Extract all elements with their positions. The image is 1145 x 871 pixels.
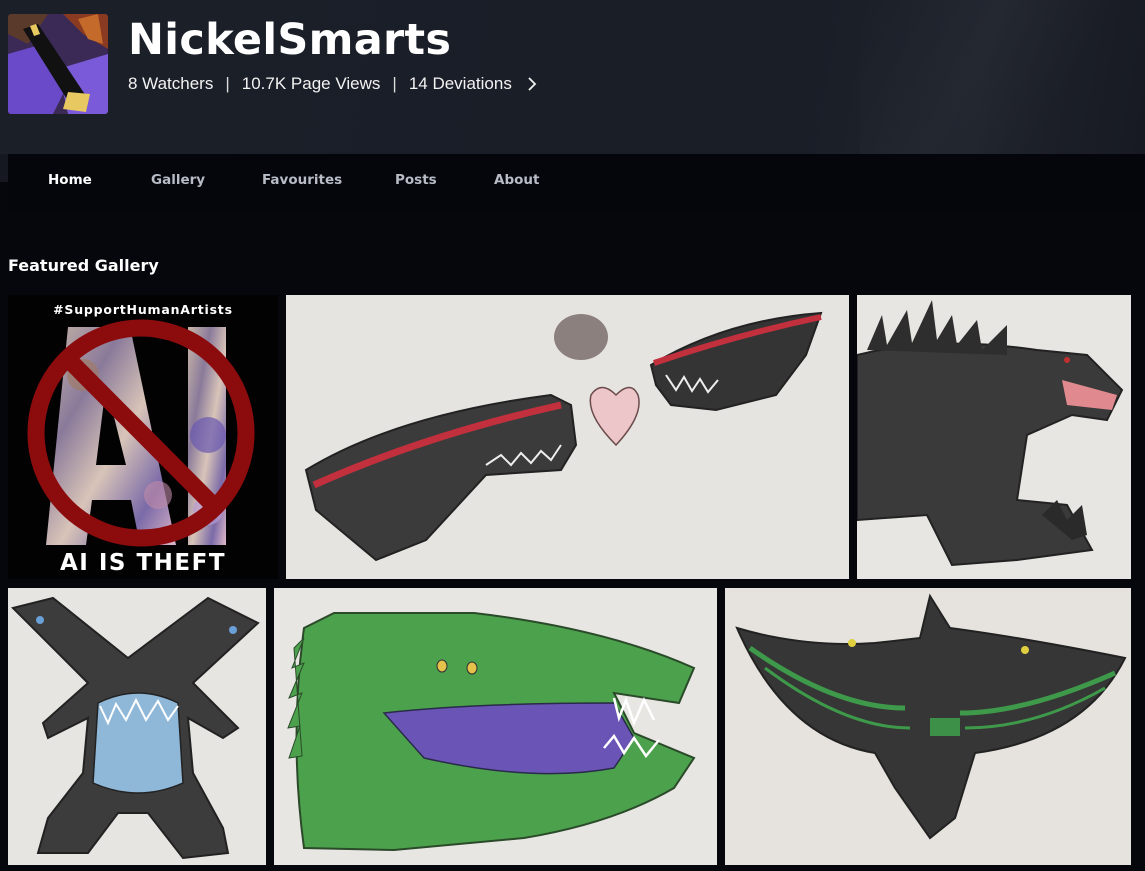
avatar[interactable] (8, 14, 108, 114)
ai-is-theft-caption: AI IS THEFT (60, 550, 226, 576)
deviations-count[interactable]: 14 Deviations (409, 74, 512, 94)
tab-posts[interactable]: Posts (395, 154, 437, 206)
header-decoration (860, 0, 1145, 154)
thumbnail-black-winged-manta[interactable] (725, 588, 1131, 865)
thumbnail-hammerhead-creature[interactable] (8, 588, 266, 865)
nav-edge (0, 154, 8, 182)
tab-favourites[interactable]: Favourites (262, 154, 342, 206)
tab-home[interactable]: Home (48, 154, 92, 206)
stats-separator: | (225, 74, 230, 93)
username[interactable]: NickelSmarts (128, 14, 451, 66)
page-views-count: 10.7K Page Views (241, 74, 381, 93)
chevron-right-icon[interactable] (524, 76, 540, 92)
profile-stats: 8 Watchers | 10.7K Page Views | 14 Devia… (128, 72, 540, 96)
stats-separator: | (392, 74, 397, 93)
profile-nav: Home Gallery Favourites Posts About (8, 154, 1145, 210)
thumbnail-green-crocodile[interactable] (274, 588, 717, 865)
thumbnail-black-kaiju[interactable] (857, 295, 1131, 579)
thumbnail-ai-is-theft[interactable]: #SupportHumanArtists AI IS THEFT (8, 295, 278, 579)
tab-about[interactable]: About (494, 154, 539, 206)
featured-gallery-title: Featured Gallery (8, 256, 159, 275)
thumbnail-two-shark-heads[interactable] (286, 295, 849, 579)
tab-gallery[interactable]: Gallery (151, 154, 205, 206)
watchers-count[interactable]: 8 Watchers (128, 74, 213, 94)
hashtag-text: #SupportHumanArtists (53, 302, 233, 317)
